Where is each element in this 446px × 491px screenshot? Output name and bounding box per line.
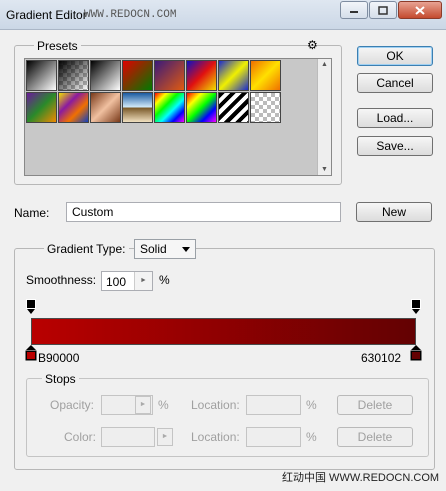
delete-opacity-stop-button[interactable]: Delete bbox=[337, 395, 413, 415]
preset-swatch-violet-orange[interactable] bbox=[154, 60, 185, 91]
maximize-button[interactable] bbox=[369, 1, 397, 19]
smoothness-arrow-icon[interactable]: ► bbox=[134, 272, 152, 290]
smoothness-value: 100 bbox=[106, 275, 127, 289]
presets-label: Presets bbox=[34, 39, 81, 53]
preset-swatch-blue-red-yellow[interactable] bbox=[186, 60, 217, 91]
smoothness-label: Smoothness: bbox=[26, 273, 97, 287]
opacity-location-label: Location: bbox=[191, 398, 240, 412]
minimize-button[interactable] bbox=[340, 1, 368, 19]
color-location-label: Location: bbox=[191, 430, 240, 444]
name-label: Name: bbox=[14, 206, 50, 220]
gradient-preview-bar[interactable] bbox=[31, 318, 416, 345]
preset-swatch-red-green[interactable] bbox=[122, 60, 153, 91]
left-stop-hex: B90000 bbox=[38, 351, 80, 365]
maximize-icon bbox=[378, 5, 388, 15]
color-location-input[interactable] bbox=[246, 427, 301, 447]
scroll-up-icon[interactable]: ▲ bbox=[321, 61, 328, 68]
delete-color-stop-button[interactable]: Delete bbox=[337, 427, 413, 447]
preset-swatch-copper[interactable] bbox=[90, 92, 121, 123]
opacity-stop-left[interactable] bbox=[26, 299, 36, 315]
preset-swatch-foreground-to-transparent[interactable] bbox=[58, 60, 89, 91]
color-label: Color: bbox=[64, 430, 97, 444]
gradient-type-label: Gradient Type: bbox=[44, 242, 129, 256]
gear-icon[interactable]: ⚙ bbox=[307, 38, 318, 52]
smoothness-input[interactable]: 100 ► bbox=[101, 271, 153, 291]
gradient-type-select[interactable]: Solid bbox=[134, 239, 196, 259]
new-button[interactable]: New bbox=[356, 202, 432, 222]
preset-swatch-transparent-rainbow[interactable] bbox=[186, 92, 217, 123]
preset-swatch-spectrum[interactable] bbox=[154, 92, 185, 123]
color-location-unit: % bbox=[306, 430, 317, 444]
save-button[interactable]: Save... bbox=[357, 136, 433, 156]
name-field[interactable]: Custom bbox=[66, 202, 341, 222]
preset-scrollbar[interactable]: ▲ ▼ bbox=[317, 59, 331, 175]
opacity-label: Opacity: bbox=[50, 398, 95, 412]
preset-swatches: ▲ ▼ bbox=[24, 58, 332, 176]
watermark-top: WWW.REDOCN.COM bbox=[84, 9, 177, 21]
ok-button[interactable]: OK bbox=[357, 46, 433, 66]
load-button[interactable]: Load... bbox=[357, 108, 433, 128]
opacity-location-unit: % bbox=[306, 398, 317, 412]
watermark-bottom: 红动中国 WWW.REDOCN.COM bbox=[282, 472, 440, 484]
color-arrow-icon[interactable]: ► bbox=[157, 428, 173, 446]
chevron-down-icon bbox=[182, 247, 190, 252]
opacity-unit: % bbox=[158, 398, 169, 412]
close-icon bbox=[415, 5, 425, 15]
preset-swatch-foreground-to-background[interactable] bbox=[26, 60, 57, 91]
color-stop-right[interactable] bbox=[410, 345, 422, 361]
right-stop-hex: 630102 bbox=[361, 351, 402, 365]
smoothness-unit: % bbox=[159, 273, 170, 287]
color-swatch-input[interactable] bbox=[101, 427, 155, 447]
stops-label: Stops bbox=[42, 372, 79, 386]
opacity-location-input[interactable] bbox=[246, 395, 301, 415]
title-bar: Gradient Editor WWW.REDOCN.COM bbox=[0, 0, 446, 30]
minimize-icon bbox=[350, 11, 358, 13]
preset-swatch-violet-green-orange[interactable] bbox=[26, 92, 57, 123]
preset-swatch-yellow-violet-orange-blue[interactable] bbox=[58, 92, 89, 123]
preset-swatch-transparent-stripes[interactable] bbox=[218, 92, 249, 123]
scroll-down-icon[interactable]: ▼ bbox=[321, 166, 328, 173]
opacity-arrow-icon[interactable]: ► bbox=[135, 396, 151, 414]
preset-swatch-blue-yellow-blue[interactable] bbox=[218, 60, 249, 91]
preset-swatch-chrome[interactable] bbox=[122, 92, 153, 123]
cancel-button[interactable]: Cancel bbox=[357, 73, 433, 93]
gradient-type-value: Solid bbox=[140, 242, 167, 256]
preset-swatch-transparent[interactable] bbox=[250, 92, 281, 123]
color-stop-left[interactable] bbox=[25, 345, 37, 361]
preset-swatch-orange-yellow-orange[interactable] bbox=[250, 60, 281, 91]
opacity-stop-right[interactable] bbox=[411, 299, 421, 315]
window-title: Gradient Editor bbox=[6, 8, 87, 22]
window-controls bbox=[340, 1, 442, 19]
preset-swatch-black-white[interactable] bbox=[90, 60, 121, 91]
close-button[interactable] bbox=[398, 1, 442, 19]
